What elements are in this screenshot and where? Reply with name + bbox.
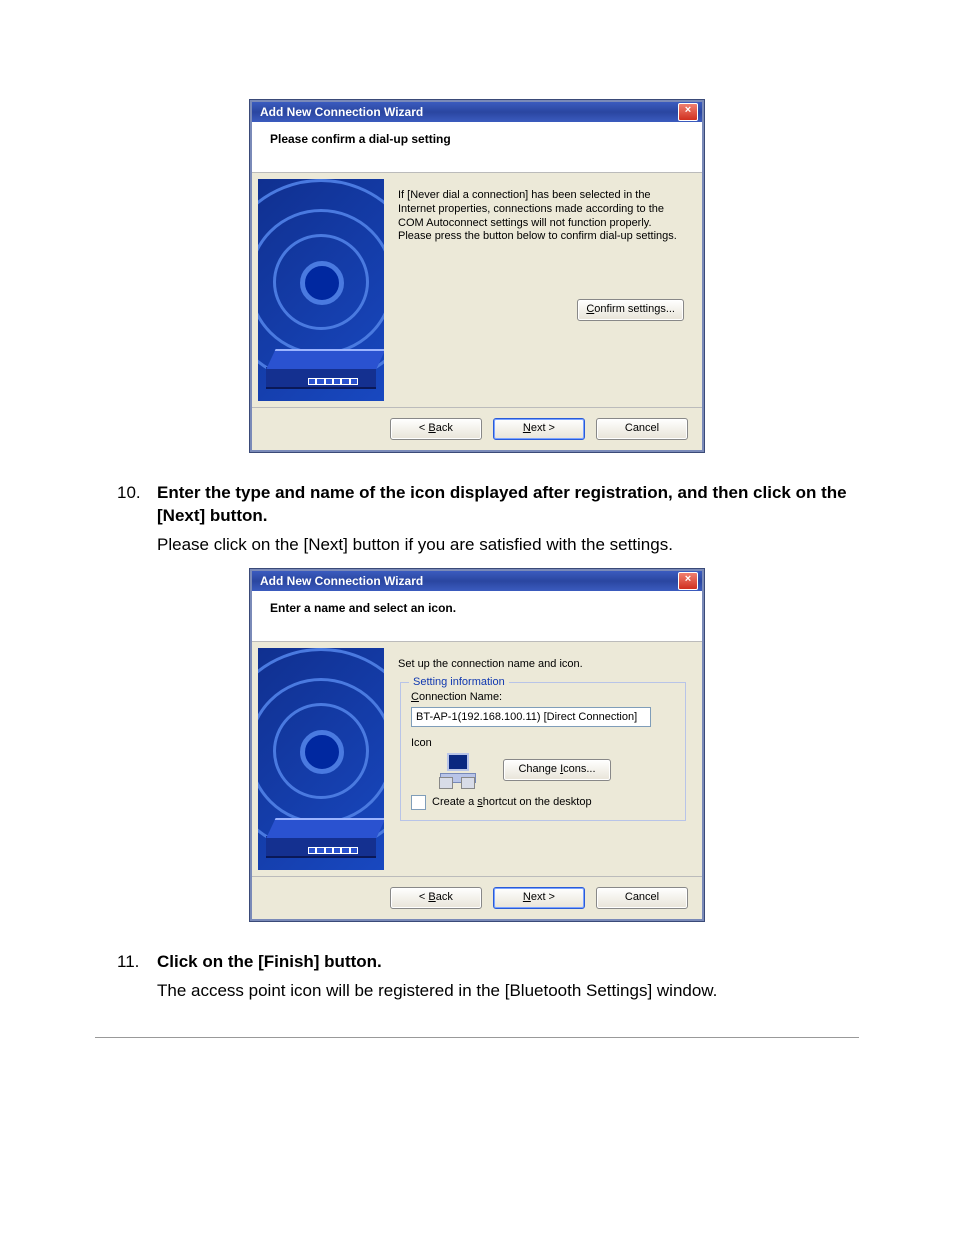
setup-intro: Set up the connection name and icon. — [398, 658, 688, 672]
dialog-confirm-dialup: Add New Connection Wizard × Please confi… — [250, 100, 704, 452]
step-number: 10. — [117, 482, 157, 557]
wizard-button-row: < Back Next > Cancel — [252, 407, 702, 450]
dialog-heading: Please confirm a dial-up setting — [252, 122, 702, 173]
dialog-body: Set up the connection name and icon. Set… — [252, 642, 702, 876]
window-title: Add New Connection Wizard — [260, 574, 678, 588]
dialog-content: Set up the connection name and icon. Set… — [392, 642, 702, 876]
change-icons-button[interactable]: Change Icons... — [503, 759, 611, 781]
create-shortcut-row[interactable]: Create a shortcut on the desktop — [411, 795, 675, 810]
setting-information-group: Setting information Connection Name: BT-… — [400, 682, 686, 821]
wizard-sidebar-graphic — [258, 648, 384, 870]
shortcut-label: Create a shortcut on the desktop — [432, 796, 592, 808]
next-button[interactable]: Next > — [493, 418, 585, 440]
cancel-button[interactable]: Cancel — [596, 887, 688, 909]
cancel-button[interactable]: Cancel — [596, 418, 688, 440]
wizard-button-row: < Back Next > Cancel — [252, 876, 702, 919]
dialup-explanation: If [Never dial a connection] has been se… — [398, 189, 688, 244]
step-11: 11. Click on the [Finish] button. The ac… — [117, 951, 859, 1003]
step-number: 11. — [117, 951, 157, 1003]
titlebar[interactable]: Add New Connection Wizard × — [252, 102, 702, 122]
dialog-heading: Enter a name and select an icon. — [252, 591, 702, 642]
connection-name-input[interactable]: BT-AP-1(192.168.100.11) [Direct Connecti… — [411, 707, 651, 727]
step-11-note: The access point icon will be registered… — [157, 980, 859, 1003]
titlebar[interactable]: Add New Connection Wizard × — [252, 571, 702, 591]
step-11-title: Click on the [Finish] button. — [157, 952, 382, 971]
close-icon[interactable]: × — [678, 103, 698, 121]
step-10: 10. Enter the type and name of the icon … — [117, 482, 859, 557]
group-legend: Setting information — [409, 676, 509, 688]
footer-rule — [95, 1037, 859, 1038]
network-icon[interactable] — [439, 753, 475, 787]
connection-name-label: Connection Name: — [411, 691, 675, 703]
icon-label: Icon — [411, 737, 675, 749]
wizard-sidebar-graphic — [258, 179, 384, 401]
close-icon[interactable]: × — [678, 572, 698, 590]
dialog-body: If [Never dial a connection] has been se… — [252, 173, 702, 407]
confirm-settings-button[interactable]: Confirm settings... — [577, 299, 684, 321]
next-button[interactable]: Next > — [493, 887, 585, 909]
back-button[interactable]: < Back — [390, 418, 482, 440]
step-10-title: Enter the type and name of the icon disp… — [157, 483, 847, 525]
checkbox-icon[interactable] — [411, 795, 426, 810]
step-10-note: Please click on the [Next] button if you… — [157, 534, 859, 557]
back-button[interactable]: < Back — [390, 887, 482, 909]
dialog-content: If [Never dial a connection] has been se… — [392, 173, 702, 407]
window-title: Add New Connection Wizard — [260, 105, 678, 119]
dialog-name-and-icon: Add New Connection Wizard × Enter a name… — [250, 569, 704, 921]
